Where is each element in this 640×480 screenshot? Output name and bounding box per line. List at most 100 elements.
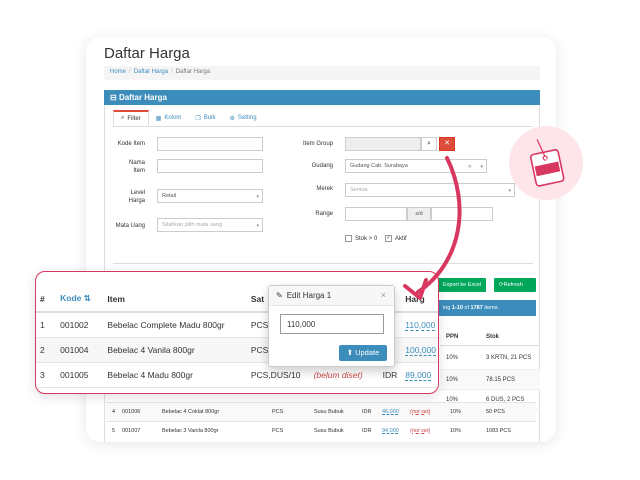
edit-icon: ✎ <box>276 291 283 300</box>
row-stok: 1083 PCS <box>486 428 512 434</box>
clear-icon[interactable]: ✕ <box>468 164 472 170</box>
breadcrumb-home[interactable]: Home <box>110 69 126 75</box>
summary-of: of <box>464 305 470 311</box>
bg-bottom-rows: 4 001006 Bebelac 4 Coklat 800gr PCS Susu… <box>106 402 536 440</box>
search-icon: ⌕ <box>427 140 431 147</box>
kode-item-input[interactable] <box>157 137 263 151</box>
mata-uang-label: Mata Uang <box>115 223 145 229</box>
gudang-label: Gudang <box>311 163 333 169</box>
col-no-header: # <box>36 286 57 313</box>
table-icon: ▦ <box>155 115 162 122</box>
stok-header: Stok <box>486 333 500 340</box>
update-label: Update <box>355 348 380 357</box>
tab-bulk[interactable]: ❐ Bulk <box>188 110 222 126</box>
ppn-cell: 10% <box>446 376 459 383</box>
caret-down-icon: ▾ <box>256 194 259 200</box>
tab-filter-label: Filter <box>127 115 141 122</box>
row-note[interactable]: (not set) <box>410 409 442 415</box>
row-harga[interactable]: 110,000 <box>405 319 436 331</box>
checkbox-box[interactable] <box>345 235 352 242</box>
copy-icon: ❐ <box>195 115 201 122</box>
checkmark-icon[interactable]: ✓ <box>385 235 392 242</box>
stok-checkbox[interactable]: Stok > 0 <box>345 235 377 242</box>
stok-label: Stok > 0 <box>355 235 378 242</box>
row-kode: 001006 <box>122 409 141 415</box>
merek-select[interactable]: Semua ▾ <box>345 183 515 197</box>
range-from-input[interactable] <box>345 207 407 221</box>
kode-item-label: Kode Item <box>117 141 145 147</box>
ppn-cell: 10% <box>446 354 459 361</box>
row-harga[interactable]: 89,000 <box>405 369 432 381</box>
row-no: 2 <box>36 337 57 363</box>
row-kode: 001002 <box>56 312 104 338</box>
aktif-checkbox[interactable]: ✓ Aktif <box>385 235 407 242</box>
sort-icon[interactable]: ⇅ <box>84 293 91 303</box>
row-note[interactable]: (not set) <box>410 428 442 434</box>
row-group: Susu Bubuk <box>314 409 344 415</box>
row-harga[interactable]: 100,000 <box>405 344 436 356</box>
search-button[interactable]: ⌕ <box>421 137 437 151</box>
mata-uang-select[interactable]: Silahkan pilih mata uang ▾ <box>157 218 263 232</box>
close-icon: ✕ <box>444 140 450 147</box>
summary-total: 1787 <box>470 305 483 311</box>
ppn-header: PPN <box>446 333 459 340</box>
gudang-value: Gudang Cab. Surabaya <box>350 163 408 169</box>
nama-item-input[interactable] <box>157 159 263 173</box>
row-harga[interactable]: 46,000 <box>382 409 410 415</box>
row-currency: IDR <box>362 409 372 415</box>
refresh-button[interactable]: ⟳Refresh <box>494 278 536 292</box>
upload-icon: ⬆ <box>346 348 353 357</box>
row-no: 5 <box>112 428 116 434</box>
level-harga-value: Retail <box>162 193 177 199</box>
tab-setting[interactable]: ⚙ Setting <box>222 110 263 126</box>
refresh-label: Refresh <box>503 282 523 288</box>
close-icon[interactable]: × <box>381 290 386 300</box>
summary-prefix: ing <box>443 305 451 311</box>
breadcrumb-daftar-harga[interactable]: Daftar Harga <box>134 69 168 75</box>
col-harga-header: Harg <box>401 286 438 313</box>
row-harga[interactable]: 94,000 <box>382 428 410 434</box>
mata-uang-placeholder: Silahkan pilih mata uang <box>162 222 222 228</box>
caret-down-icon: ▾ <box>480 164 483 170</box>
row-status[interactable]: (belum diset) <box>314 370 363 380</box>
col-item-header: Item <box>103 286 247 313</box>
summary-suffix: items. <box>484 305 499 311</box>
panel-title: Daftar Harga <box>118 93 167 102</box>
tab-kolom[interactable]: ▦ Kolom <box>149 110 189 126</box>
breadcrumb: Home / Daftar Harga / Daftar Harga <box>104 66 540 80</box>
row-ppn: 10% <box>450 409 462 415</box>
caret-down-icon: ▾ <box>256 223 259 229</box>
gear-icon: ⚙ <box>229 115 235 122</box>
gudang-select[interactable]: Gudang Cab. Surabaya ✕ ▾ <box>345 159 487 173</box>
tab-filter[interactable]: ⌕ Filter <box>113 110 149 126</box>
item-group-input[interactable] <box>345 137 421 151</box>
col-kode-header[interactable]: Kode ⇅ <box>56 286 104 313</box>
harga-input[interactable]: 110,000 <box>280 314 384 334</box>
export-excel-button[interactable]: Export ke Excel <box>438 278 487 292</box>
update-button[interactable]: ⬆ Update <box>339 345 387 361</box>
row-satuan: PCS <box>272 409 284 415</box>
breadcrumb-current: Daftar Harga <box>175 69 211 75</box>
row-no: 1 <box>36 312 57 338</box>
range-to-input[interactable] <box>431 207 493 221</box>
row-item: Bebelac 4 Madu 800gr <box>103 362 247 388</box>
merek-value: Semua <box>350 187 368 193</box>
clear-button[interactable]: ✕ <box>439 137 455 151</box>
row-nama: Bebelac 4 Coklat 800gr <box>162 409 220 415</box>
range-separator: s/d <box>407 207 431 221</box>
row-item: Bebelac Complete Madu 800gr <box>103 312 247 338</box>
range-label: Range <box>315 211 333 217</box>
stok-cell: 78.15 PCS <box>486 376 516 383</box>
aktif-label: Aktif <box>395 235 407 242</box>
bg-row: 10% 3 KRTN, 21 PCS <box>440 346 540 370</box>
popover-title: Edit Harga 1 <box>286 291 332 300</box>
level-harga-select[interactable]: Retail ▾ <box>157 189 263 203</box>
row-nama: Bebelac 3 Vanila 800gr <box>162 428 219 434</box>
tab-kolom-label: Kolom <box>164 115 182 121</box>
kode-header-label[interactable]: Kode <box>60 293 81 303</box>
bg-right-columns: PPN Stok 10% 3 KRTN, 21 PCS 10% 78.15 PC… <box>440 328 540 410</box>
row-kode: 001004 <box>56 337 104 363</box>
tab-bulk-label: Bulk <box>203 115 216 121</box>
minus-square-icon[interactable]: ⊟ <box>110 93 117 102</box>
row-stok: 50 PCS <box>486 409 505 415</box>
